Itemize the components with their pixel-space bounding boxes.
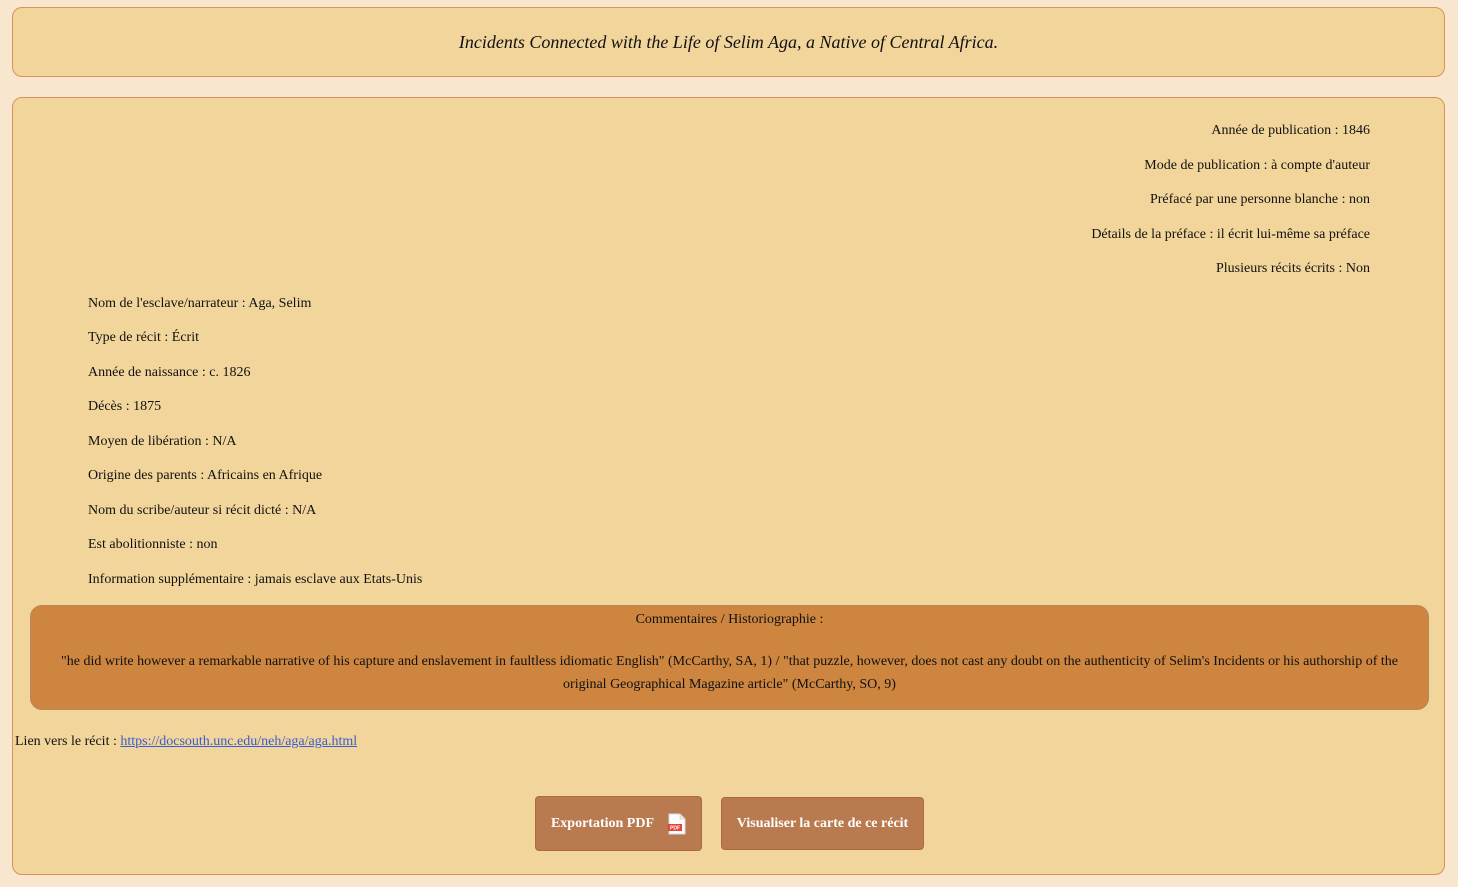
field-value: non — [1345, 192, 1370, 207]
field-value: 1846 — [1338, 123, 1370, 138]
field-label: Plusieurs récits écrits : — [1216, 261, 1343, 276]
field-value: c. 1826 — [205, 365, 251, 380]
field-value: Africains en Afrique — [204, 468, 323, 483]
export-pdf-label: Exportation PDF — [550, 815, 655, 831]
field-label: Moyen de libération : — [88, 434, 209, 449]
field-publication-year: Année de publication : 1846 — [1211, 123, 1370, 139]
field-abolitionist: Est abolitionniste : non — [88, 537, 218, 553]
narrative-title: Incidents Connected with the Life of Sel… — [458, 31, 999, 52]
field-label: Détails de la préface : — [1091, 227, 1214, 242]
field-prefaced-by-white: Préfacé par une personne blanche : non — [1150, 192, 1370, 208]
field-value: Aga, Selim — [245, 296, 312, 311]
field-label: Est abolitionniste : — [88, 537, 193, 552]
field-label: Mode de publication : — [1144, 158, 1268, 173]
narrative-link-line: Lien vers le récit : https://docsouth.un… — [15, 734, 357, 750]
field-label: Type de récit : — [88, 330, 169, 345]
field-narrative-type: Type de récit : Écrit — [88, 330, 199, 346]
field-value: 1875 — [129, 399, 162, 414]
field-label: Information supplémentaire : — [88, 572, 252, 587]
field-preface-details: Détails de la préface : il écrit lui-mêm… — [1091, 227, 1370, 243]
narrative-link[interactable]: https://docsouth.unc.edu/neh/aga/aga.htm… — [120, 734, 357, 749]
field-label: Année de publication : — [1211, 123, 1339, 138]
field-additional-info: Information supplémentaire : jamais escl… — [88, 572, 422, 588]
field-publication-mode: Mode de publication : à compte d'auteur — [1144, 158, 1370, 174]
field-value: N/A — [288, 503, 317, 518]
field-parents-origin: Origine des parents : Africains en Afriq… — [88, 468, 322, 484]
field-birth-year: Année de naissance : c. 1826 — [88, 365, 251, 381]
field-multiple-narratives: Plusieurs récits écrits : Non — [1216, 261, 1370, 277]
field-liberation-means: Moyen de libération : N/A — [88, 434, 237, 450]
field-label: Nom de l'esclave/narrateur : — [88, 296, 246, 311]
narrative-link-label: Lien vers le récit : — [15, 734, 121, 749]
svg-text:PDF: PDF — [670, 825, 680, 831]
field-label: Préfacé par une personne blanche : — [1149, 192, 1346, 207]
field-value: Écrit — [168, 330, 199, 345]
field-label: Décès : — [88, 399, 130, 414]
export-pdf-button[interactable]: Exportation PDF PDF — [535, 796, 702, 851]
pdf-file-icon: PDF — [668, 813, 686, 835]
historiography-box: Commentaires / Historiographie : "he did… — [30, 605, 1429, 710]
historiography-text: "he did write however a remarkable narra… — [61, 654, 1398, 692]
field-value: il écrit lui-même sa préface — [1213, 227, 1370, 242]
field-label: Nom du scribe/auteur si récit dicté : — [88, 503, 289, 518]
view-map-label: Visualiser la carte de ce récit — [736, 815, 909, 831]
field-value: N/A — [208, 434, 237, 449]
view-map-button[interactable]: Visualiser la carte de ce récit — [721, 797, 924, 850]
field-label: Année de naissance : — [88, 365, 206, 380]
field-value: jamais esclave aux Etats-Unis — [251, 572, 423, 587]
field-value: non — [193, 537, 218, 552]
field-value: Non — [1342, 261, 1370, 276]
field-scribe-name: Nom du scribe/auteur si récit dicté : N/… — [88, 503, 316, 519]
field-death: Décès : 1875 — [88, 399, 161, 415]
field-label: Origine des parents : — [88, 468, 205, 483]
historiography-heading: Commentaires / Historiographie : — [635, 612, 824, 627]
details-panel: Année de publication : 1846 Mode de publ… — [12, 97, 1445, 875]
field-narrator-name: Nom de l'esclave/narrateur : Aga, Selim — [88, 296, 311, 312]
field-value: à compte d'auteur — [1267, 158, 1370, 173]
title-panel: Incidents Connected with the Life of Sel… — [12, 7, 1445, 77]
